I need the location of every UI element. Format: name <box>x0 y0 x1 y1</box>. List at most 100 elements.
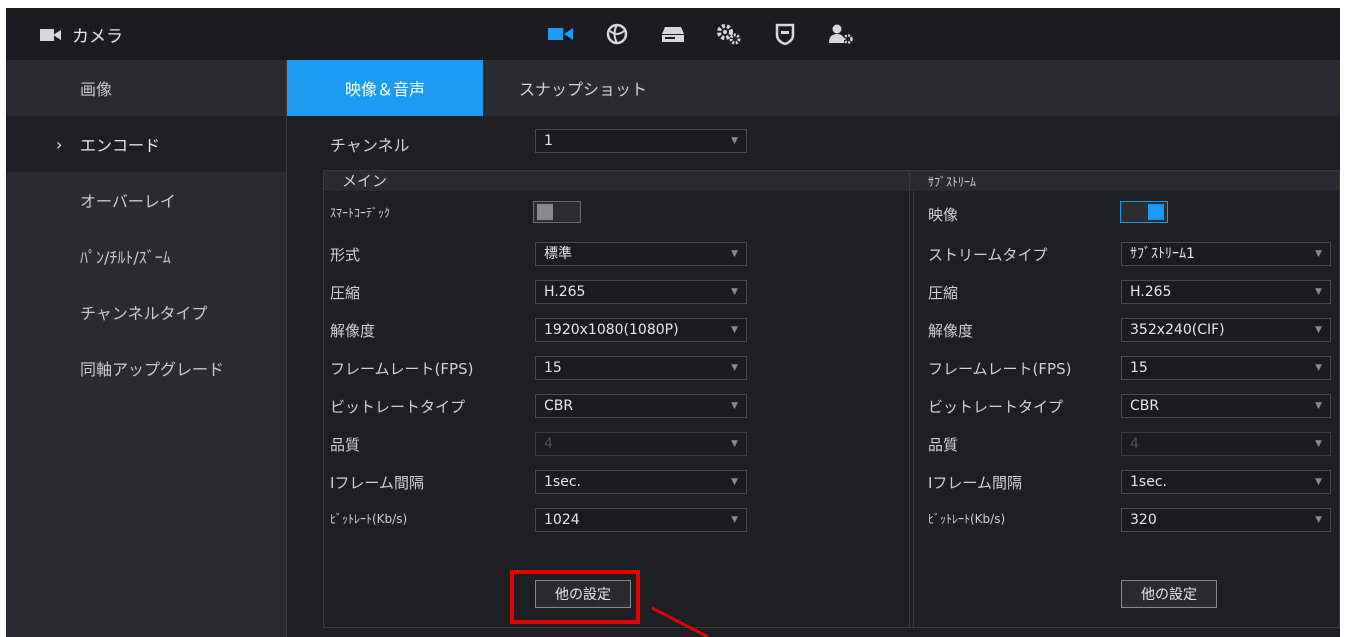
select-value: ｻﾌﾞｽﾄﾘｰﾑ1 <box>1130 246 1195 262</box>
chevron-down-icon: ▼ <box>1315 477 1322 487</box>
main-bitrate-type-select[interactable]: CBR ▼ <box>535 394 747 418</box>
storage-icon[interactable] <box>645 8 701 60</box>
sidebar-item-label: エンコード <box>80 136 161 155</box>
video-toggle[interactable] <box>1120 201 1168 223</box>
main-quality-label: 品質 <box>330 436 361 454</box>
chevron-down-icon: ▼ <box>731 249 738 259</box>
main-bitrate-label: ﾋﾞｯﾄﾚｰﾄ(Kb/s) <box>330 512 408 526</box>
sub-iframe-interval-select[interactable]: 1sec. ▼ <box>1121 470 1331 494</box>
sidebar-item-coax-upgrade[interactable]: 同軸アップグレード <box>6 340 286 396</box>
main-format-select[interactable]: 標準 ▼ <box>535 242 747 266</box>
main-bitrate-select[interactable]: 1024 ▼ <box>535 508 747 532</box>
sub-compression-select[interactable]: H.265 ▼ <box>1121 280 1331 304</box>
sub-frame-rate-select[interactable]: 15 ▼ <box>1121 356 1331 380</box>
sub-quality-label: 品質 <box>928 436 959 454</box>
sidebar-item-channel-type[interactable]: チャンネルタイプ <box>6 284 286 340</box>
chevron-down-icon: ▼ <box>1315 515 1322 525</box>
main-resolution-label: 解像度 <box>330 322 376 340</box>
select-value: CBR <box>1130 398 1160 414</box>
sub-compression-label: 圧縮 <box>928 284 959 302</box>
select-value: 1920x1080(1080P) <box>544 322 679 338</box>
main-frame-rate-select[interactable]: 15 ▼ <box>535 356 747 380</box>
annotation-arrow <box>651 606 709 637</box>
chevron-down-icon: ▼ <box>1315 401 1322 411</box>
chevron-down-icon: ▼ <box>731 439 738 449</box>
main-iframe-interval-label: Iフレーム間隔 <box>330 474 424 492</box>
smart-codec-toggle[interactable] <box>533 201 581 223</box>
chevron-down-icon: ▼ <box>731 515 738 525</box>
chevron-down-icon: ▼ <box>731 363 738 373</box>
sub-format-select[interactable]: ｻﾌﾞｽﾄﾘｰﾑ1 ▼ <box>1121 242 1331 266</box>
chevron-down-icon: ▼ <box>731 287 738 297</box>
sidebar-item-label: オーバーレイ <box>80 192 176 211</box>
chevron-down-icon: ▼ <box>1315 363 1322 373</box>
app-title: カメラ <box>40 22 123 47</box>
select-value: 15 <box>544 360 562 376</box>
sub-resolution-label: 解像度 <box>928 322 974 340</box>
sidebar: 画像 › エンコード オーバーレイ ﾊﾟﾝ/ﾁﾙﾄ/ｽﾞｰﾑ チャンネルタイプ 同… <box>6 60 287 637</box>
select-value: 15 <box>1130 360 1148 376</box>
app-title-label: カメラ <box>72 27 123 47</box>
sidebar-item-encode[interactable]: › エンコード <box>6 116 286 172</box>
sidebar-item-label: チャンネルタイプ <box>80 304 208 323</box>
select-value: CBR <box>544 398 574 414</box>
chevron-down-icon: ▼ <box>1315 439 1322 449</box>
sub-bitrate-type-label: ビットレートタイプ <box>928 398 1064 416</box>
smart-codec-label: ｽﾏｰﾄｺｰﾃﾞｯｸ <box>330 206 391 220</box>
tab-video-audio[interactable]: 映像＆音声 <box>287 60 483 116</box>
sub-resolution-select[interactable]: 352x240(CIF) ▼ <box>1121 318 1331 342</box>
select-value: 4 <box>544 436 553 452</box>
chevron-down-icon: ▼ <box>731 325 738 335</box>
network-icon[interactable] <box>589 8 645 60</box>
tab-bar-filler <box>683 60 1340 116</box>
sidebar-item-overlay[interactable]: オーバーレイ <box>6 172 286 228</box>
top-nav <box>533 8 869 60</box>
chevron-down-icon: ▼ <box>731 477 738 487</box>
highlight-box <box>510 570 640 624</box>
system-settings-icon[interactable] <box>701 8 757 60</box>
chevron-down-icon: ▼ <box>1315 325 1322 335</box>
app-window: カメラ 画像 › エンコード オーバーレイ ﾊﾟﾝ/ﾁﾙﾄ/ｽﾞｰﾑ チャンネル… <box>6 8 1340 637</box>
sub-other-settings-button[interactable]: 他の設定 <box>1121 580 1217 608</box>
sidebar-item-label: 同軸アップグレード <box>80 360 225 379</box>
sub-stream-title: ｻﾌﾞｽﾄﾘｰﾑ <box>928 175 977 189</box>
sidebar-item-ptz[interactable]: ﾊﾟﾝ/ﾁﾙﾄ/ｽﾞｰﾑ <box>6 228 286 284</box>
sub-frame-rate-label: フレームレート(FPS) <box>928 360 1072 378</box>
account-icon[interactable] <box>813 8 869 60</box>
camera-icon[interactable] <box>533 8 589 60</box>
main-stream-header <box>324 171 913 191</box>
main-format-label: 形式 <box>330 246 361 264</box>
main-bitrate-type-label: ビットレートタイプ <box>330 398 466 416</box>
tab-snapshot[interactable]: スナップショット <box>483 60 684 116</box>
tab-bar: 映像＆音声 スナップショット <box>287 60 684 116</box>
select-value: 1sec. <box>544 474 581 490</box>
select-value: 1024 <box>544 512 580 528</box>
sub-format-label: ストリームタイプ <box>928 246 1048 264</box>
channel-label: チャンネル <box>330 136 410 155</box>
main-frame-rate-label: フレームレート(FPS) <box>330 360 474 378</box>
main-resolution-select[interactable]: 1920x1080(1080P) ▼ <box>535 318 747 342</box>
chevron-down-icon: ▼ <box>1315 249 1322 259</box>
sidebar-item-image[interactable]: 画像 <box>6 60 286 116</box>
sidebar-item-label: 画像 <box>80 80 113 99</box>
select-value: 標準 <box>544 246 572 262</box>
main-iframe-interval-select[interactable]: 1sec. ▼ <box>535 470 747 494</box>
chevron-down-icon: ▼ <box>1315 287 1322 297</box>
top-bar: カメラ <box>6 8 1340 61</box>
main-stream-title: メイン <box>342 172 388 190</box>
sub-iframe-interval-label: Iフレーム間隔 <box>928 474 1022 492</box>
chevron-right-icon: › <box>56 134 63 154</box>
security-icon[interactable] <box>757 8 813 60</box>
main-compression-label: 圧縮 <box>330 284 361 302</box>
select-value: 1sec. <box>1130 474 1167 490</box>
sub-bitrate-type-select[interactable]: CBR ▼ <box>1121 394 1331 418</box>
sidebar-item-label: ﾊﾟﾝ/ﾁﾙﾄ/ｽﾞｰﾑ <box>80 248 171 267</box>
channel-select[interactable]: 1 ▼ <box>535 129 747 153</box>
sub-bitrate-select[interactable]: 320 ▼ <box>1121 508 1331 532</box>
sub-bitrate-label: ﾋﾞｯﾄﾚｰﾄ(Kb/s) <box>928 512 1006 526</box>
chevron-down-icon: ▼ <box>731 136 738 146</box>
select-value: 4 <box>1130 436 1139 452</box>
select-value: 352x240(CIF) <box>1130 322 1225 338</box>
main-compression-select[interactable]: H.265 ▼ <box>535 280 747 304</box>
chevron-down-icon: ▼ <box>731 401 738 411</box>
